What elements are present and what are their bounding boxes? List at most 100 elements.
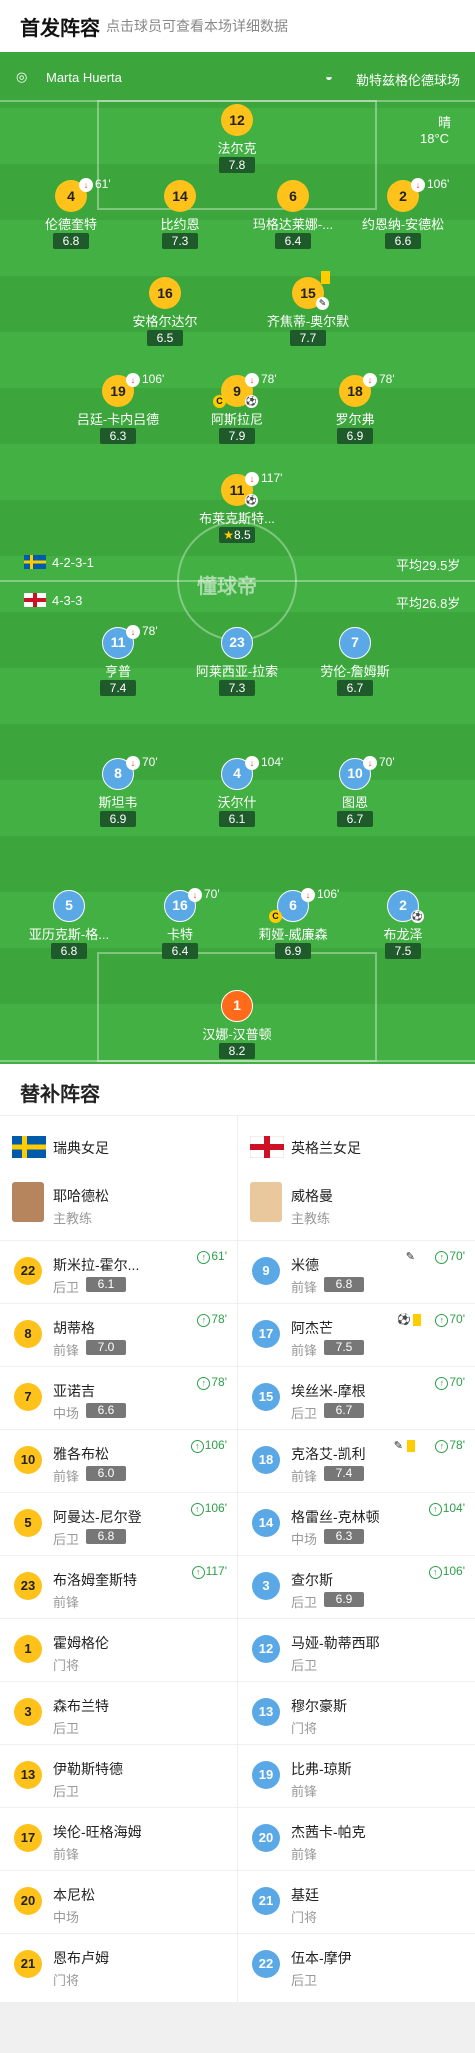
player-sweden-15[interactable]: 15 ✎ 齐焦蒂-奥尔默 7.7 [253,271,363,357]
bench-player-row[interactable]: 15 埃丝米-摩根 后卫 6.7 ↑ 70' [238,1366,475,1429]
jersey-number: 21 [252,1887,280,1915]
player-name: 埃丝米-摩根 [291,1383,366,1399]
sweden-flag-icon [24,555,46,569]
bench-player-row[interactable]: 8 胡蒂格 前锋 7.0 ↑ 78' [0,1303,237,1366]
player-position: 前锋 [53,1847,80,1862]
bench-player-row[interactable]: 23 布洛姆奎斯特 前锋 ↑ 117' [0,1555,237,1618]
sub-out-icon: ↓ [411,178,425,192]
player-position: 后卫 [291,1595,318,1610]
jersey-number: 17 [14,1824,42,1852]
player-position: 门将 [53,1658,80,1673]
sub-out-icon: ↓ [363,756,377,770]
jersey-number: 12 [252,1635,280,1663]
bench-player-row[interactable]: 13 穆尔豪斯 门将 [238,1681,475,1744]
player-name: 胡蒂格 [53,1320,95,1336]
player-sweden-6[interactable]: 6 玛格达莱娜-... 6.4 [238,180,348,260]
player-sweden-11[interactable]: 11 ↓ 117' ⚽ 布莱克斯特... ★8.5 [182,471,292,554]
bench-player-row[interactable]: 7 亚诺吉 中场 6.6 ↑ 78' [0,1366,237,1429]
player-england-1[interactable]: 1 汉娜-汉普顿 8.2 [182,990,292,1064]
player-sweden-4[interactable]: 4 ↓ 61' 伦德奎特 6.8 [16,177,126,260]
sub-in-minute: ↑ 78' [197,1375,227,1390]
player-position: 后卫 [291,1658,318,1673]
player-name: 亚诺吉 [53,1383,95,1399]
england-coach[interactable]: 威格曼 主教练 [238,1174,475,1240]
player-sweden-2[interactable]: 2 ↓ 106' 约恩纳-安德松 6.6 [348,177,458,260]
player-name: 格雷丝-克林顿 [291,1509,380,1525]
bench-player-row[interactable]: 18 克洛艾-凯利 前锋 7.4 ↑ 78' ✎ [238,1429,475,1492]
bench-player-row[interactable]: 9 米德 前锋 6.8 ↑ 70' ✎ [238,1240,475,1303]
sub-in-icon: ↑ [190,1503,204,1516]
temperature: 18°C [420,131,450,146]
bench-player-row[interactable]: 5 阿曼达-尼尔登 后卫 6.8 ↑ 106' [0,1492,237,1555]
watermark-logo: 懂球帝 [197,576,257,598]
bench-player-row[interactable]: 17 阿杰芒 前锋 7.5 ↑ 70' ⚽ [238,1303,475,1366]
sub-in-icon: ↑ [190,1440,204,1453]
bench-player-row[interactable]: 17 埃伦-旺格海姆 前锋 [0,1807,237,1870]
player-rating: 6.6 [86,1403,126,1418]
bench-player-row[interactable]: 22 伍本-摩伊 后卫 [238,1933,475,1996]
bench-player-row[interactable]: 19 比弗-琼斯 前锋 [238,1744,475,1807]
sub-in-icon: ↑ [197,1377,211,1390]
bench-player-row[interactable]: 10 雅各布松 前锋 6.0 ↑ 106' [0,1429,237,1492]
england-avg-age: 平均26.8岁 [396,596,461,611]
player-position: 后卫 [291,1406,318,1421]
bench-player-row[interactable]: 3 查尔斯 后卫 6.9 ↑ 106' [238,1555,475,1618]
player-england-8[interactable]: 8 ↓ 70' 斯坦韦 6.9 [63,755,173,838]
bench-player-row[interactable]: 21 基廷 门将 [238,1870,475,1933]
england-flag-icon [24,593,46,607]
player-name: 马娅-勒蒂西耶 [291,1635,380,1651]
bench-player-row[interactable]: 20 杰茜卡-帕克 前锋 [238,1807,475,1870]
player-sweden-12[interactable]: 12 法尔克 7.8 [182,104,292,184]
bench-player-row[interactable]: 20 本尼松 中场 [0,1870,237,1933]
player-england-10[interactable]: 10 ↓ 70' 图恩 6.7 [300,755,410,838]
sub-out-icon: ↓ [245,373,259,387]
jersey-number: 14 [252,1509,280,1537]
player-name: 比弗-琼斯 [291,1761,352,1777]
player-england-6[interactable]: 6 ↓ 106' C 莉娅-威廉森 6.9 [238,887,348,970]
sub-out-icon: ↓ [245,472,259,486]
player-england-7[interactable]: 7 劳伦-詹姆斯 6.7 [300,627,410,707]
player-position: 门将 [53,1973,80,1988]
sub-in-minute: ↑ 70' [435,1312,465,1327]
coach-avatar [12,1182,44,1222]
bench-player-row[interactable]: 14 格雷丝-克林顿 中场 6.3 ↑ 104' [238,1492,475,1555]
sub-in-icon: ↑ [435,1314,449,1327]
bench-player-row[interactable]: 21 恩布卢姆 门将 [0,1933,237,1996]
player-name: 米德 [291,1257,319,1273]
bench-player-row[interactable]: 1 霍姆格伦 门将 [0,1618,237,1681]
player-england-11[interactable]: 11 ↓ 78' 亨普 7.4 [63,624,173,707]
player-sweden-14[interactable]: 14 比约恩 7.3 [125,180,235,260]
bench-player-row[interactable]: 22 斯米拉-霍尔... 后卫 6.1 ↑ 61' [0,1240,237,1303]
player-position: 后卫 [53,1280,80,1295]
player-name: 森布兰特 [53,1698,109,1714]
player-england-23[interactable]: 23 阿莱西亚-拉索 7.3 [182,627,292,707]
sub-in-icon: ↑ [428,1503,442,1516]
player-england-5[interactable]: 5 亚历克斯-格... 6.8 [14,890,124,970]
sweden-formation: 4-2-3-1 [52,555,94,570]
sub-in-icon: ↑ [197,1251,211,1264]
whistle-icon: ◎ [16,69,28,84]
player-england-4[interactable]: 4 ↓ 104' 沃尔什 6.1 [182,755,292,838]
player-rating: 6.1 [86,1277,126,1292]
player-sweden-19[interactable]: 19 ↓ 106' 吕廷-卡内吕德 6.3 [63,372,173,455]
jersey-number: 18 [252,1446,280,1474]
sweden-coach[interactable]: 耶哈德松 主教练 [0,1174,237,1240]
player-sweden-9[interactable]: 9 ↓ 78' C ⚽ 阿斯拉尼 7.9 [182,372,292,455]
player-position: 前锋 [291,1847,318,1862]
player-england-16[interactable]: 16 ↓ 70' 卡特 6.4 [125,887,235,970]
player-name: 伊勒斯特德 [53,1761,123,1777]
player-sweden-16[interactable]: 16 安格尔达尔 6.5 [110,277,220,357]
sweden-team-header: 瑞典女足 [0,1116,237,1174]
goal-icon: ⚽ [411,910,424,923]
page-subtitle: 点击球员可查看本场详细数据 [106,18,288,34]
player-name: 查尔斯 [291,1572,333,1588]
player-rating: 7.5 [324,1340,364,1355]
sweden-bench: 瑞典女足 耶哈德松 主教练 22 斯米拉-霍尔... 后卫 6.1 ↑ 61' 8 胡蒂格 前锋… [0,1116,237,2002]
player-england-2[interactable]: 2 ⚽ 布龙泽 7.5 [348,890,458,970]
player-position: 后卫 [291,1973,318,1988]
player-sweden-18[interactable]: 18 ↓ 78' 罗尔弗 6.9 [300,372,410,455]
player-name: 布洛姆奎斯特 [53,1572,137,1588]
bench-player-row[interactable]: 12 马娅-勒蒂西耶 后卫 [238,1618,475,1681]
bench-player-row[interactable]: 3 森布兰特 后卫 [0,1681,237,1744]
bench-player-row[interactable]: 13 伊勒斯特德 后卫 [0,1744,237,1807]
